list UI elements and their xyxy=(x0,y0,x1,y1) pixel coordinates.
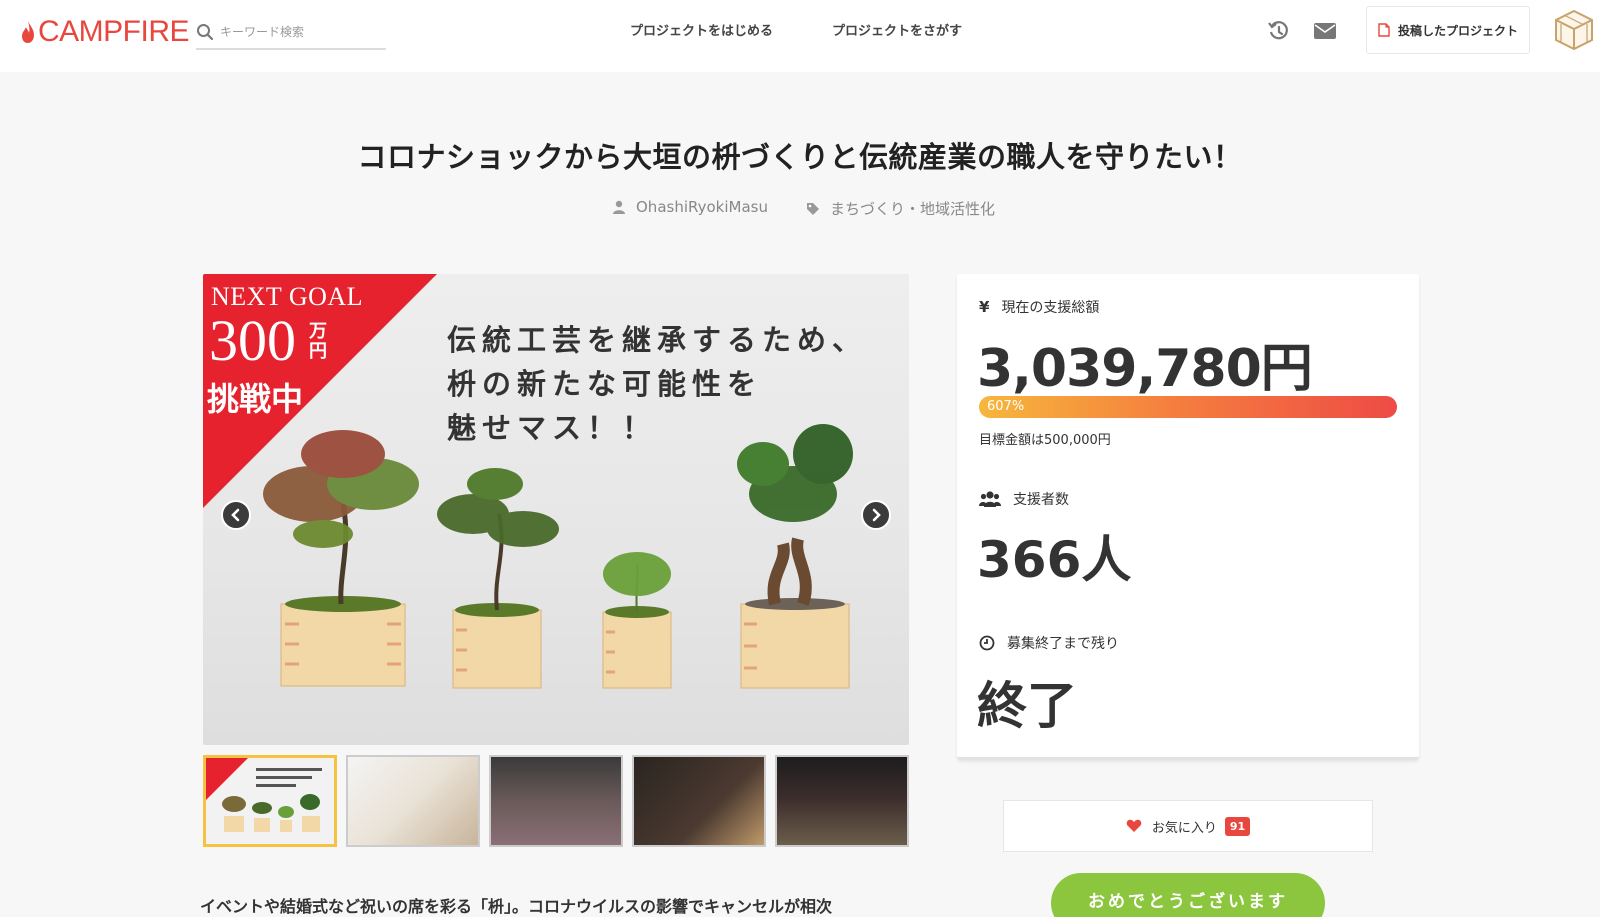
favorite-label: お気に入り xyxy=(1151,820,1217,836)
clock-icon xyxy=(979,635,995,651)
amount-label-row: ¥ 現在の支援総額 xyxy=(979,297,1099,317)
yen-icon: ¥ xyxy=(979,298,990,316)
amount-label: 現在の支援総額 xyxy=(1001,300,1100,316)
thumbnail-1[interactable] xyxy=(203,755,337,847)
chevron-right-icon xyxy=(872,508,881,522)
user-icon xyxy=(613,200,625,214)
backers-value: 366人 xyxy=(977,531,1132,589)
backers-label-row: 支援者数 xyxy=(979,489,1069,509)
favorite-button[interactable]: お気に入り 91 xyxy=(1003,800,1373,852)
search-input[interactable] xyxy=(220,25,380,39)
search-icon xyxy=(197,24,214,41)
tag-icon xyxy=(807,202,819,215)
slogan-line: 伝統工芸を継承するため、 xyxy=(447,323,868,357)
goal-line3: 挑戦中 xyxy=(207,381,304,417)
remaining-label: 募集終了まで残り xyxy=(1007,636,1119,652)
amount-value: 3,039,780円 xyxy=(977,339,1313,399)
carousel-next-button[interactable] xyxy=(861,500,891,530)
project-category[interactable]: まちづくり・地域活性化 xyxy=(806,198,995,219)
backers-label: 支援者数 xyxy=(1013,492,1069,508)
favorite-count-badge: 91 xyxy=(1224,816,1251,836)
project-intro-text: イベントや結婚式など祝いの席を彩る「枡」。コロナウイルスの影響でキャンセルが相次 xyxy=(200,897,833,916)
progress-percent: 607% xyxy=(987,399,1025,414)
carousel-prev-button[interactable] xyxy=(221,500,251,530)
goal-unit-man: 万 xyxy=(309,321,327,341)
funding-stats-card: ¥ 現在の支援総額 3,039,780円 607% 目標金額は500,000円 … xyxy=(957,274,1419,760)
page-title: コロナショックから大垣の枡づくりと伝統産業の職人を守りたい！ xyxy=(357,140,1243,174)
posted-projects-button[interactable]: 投稿したプロジェクト xyxy=(1366,6,1530,54)
users-icon xyxy=(979,491,1001,507)
history-icon[interactable] xyxy=(1266,18,1292,44)
flame-icon xyxy=(22,21,34,43)
posted-projects-label: 投稿したプロジェクト xyxy=(1397,23,1518,38)
thumbnail-5[interactable] xyxy=(775,755,909,847)
logo-text: CAMPFIRE xyxy=(38,15,190,48)
remaining-label-row: 募集終了まで残り xyxy=(979,633,1119,653)
avatar-box-icon[interactable] xyxy=(1552,8,1596,52)
campfire-logo[interactable]: CAMPFIRE xyxy=(20,15,190,49)
goal-unit: 万 円 xyxy=(309,321,327,362)
thumbnail-3[interactable] xyxy=(489,755,623,847)
search-box xyxy=(196,16,386,50)
nav-find-project[interactable]: プロジェクトをさがす xyxy=(832,20,962,39)
goal-unit-yen: 円 xyxy=(309,340,327,361)
goal-amount: 300 xyxy=(209,308,296,373)
thumb-image xyxy=(206,758,322,832)
congratulations-button[interactable]: おめでとうございます xyxy=(1051,873,1325,917)
thumbnail-4[interactable] xyxy=(632,755,766,847)
mail-icon[interactable] xyxy=(1312,18,1338,44)
category-name: まちづくり・地域活性化 xyxy=(830,200,996,218)
project-owner[interactable]: OhashiRyokiMasu xyxy=(612,198,768,216)
slogan-line: 魅せマス！！ xyxy=(447,411,658,445)
document-icon xyxy=(1378,23,1390,37)
thumbnail-2[interactable] xyxy=(346,755,480,847)
remaining-value: 終了 xyxy=(977,677,1077,735)
thumbnail-strip xyxy=(203,755,909,847)
site-header: CAMPFIRE プロジェクトをはじめる プロジェクトをさがす 投稿したプロジェ… xyxy=(0,0,1600,72)
heart-icon xyxy=(1126,819,1142,832)
hero-slogan: 伝統工芸を継承するため、 枡の新たな可能性を 魅せマス！！ xyxy=(447,318,867,450)
nav-start-project[interactable]: プロジェクトをはじめる xyxy=(630,20,773,39)
chevron-left-icon xyxy=(231,508,240,522)
slogan-line: 枡の新たな可能性を xyxy=(447,367,763,401)
goal-amount-text: 目標金額は500,000円 xyxy=(979,433,1111,448)
main-image-carousel[interactable]: NEXT GOAL 300 万 円 挑戦中 伝統工芸を継承するため、 枡の新たな… xyxy=(203,274,909,745)
funding-progress-bar: 607% xyxy=(979,396,1397,418)
owner-name: OhashiRyokiMasu xyxy=(636,198,768,216)
